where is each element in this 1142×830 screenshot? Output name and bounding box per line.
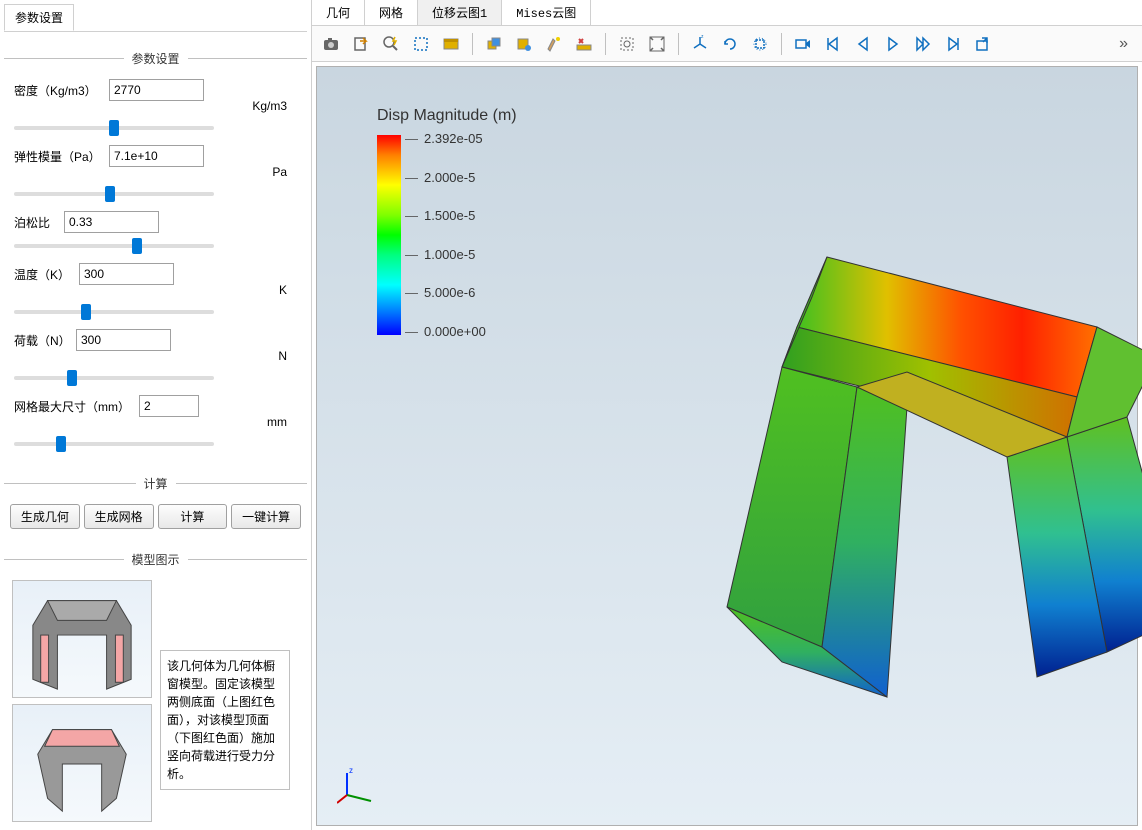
svg-text:z: z — [349, 766, 353, 775]
svg-text:z: z — [701, 35, 704, 40]
legend-title: Disp Magnitude (m) — [377, 107, 517, 125]
viewport-3d[interactable]: Disp Magnitude (m) 2.392e-05 2.000e-5 1.… — [316, 66, 1138, 826]
calc-button[interactable]: 计算 — [158, 504, 228, 529]
mesh-label: 网格最大尺寸（mm） — [14, 398, 139, 415]
calc-section-title: 计算 — [136, 475, 176, 492]
select-window-icon[interactable] — [438, 31, 464, 57]
export-icon[interactable] — [348, 31, 374, 57]
load-slider[interactable] — [14, 376, 214, 380]
params-section-title: 参数设置 — [124, 50, 188, 67]
modulus-unit: Pa — [272, 165, 287, 179]
load-label: 荷载（N） — [14, 332, 76, 349]
legend-tick-3: 1.000e-5 — [405, 247, 486, 262]
modulus-input[interactable] — [109, 145, 204, 167]
density-label: 密度（Kg/m3） — [14, 82, 109, 99]
model-section-title: 模型图示 — [124, 551, 188, 568]
zoom-extents-icon[interactable] — [644, 31, 670, 57]
gen-geom-button[interactable]: 生成几何 — [10, 504, 80, 529]
skip-end-icon[interactable] — [940, 31, 966, 57]
select-rect-icon[interactable] — [408, 31, 434, 57]
record-icon[interactable] — [790, 31, 816, 57]
export-anim-icon[interactable] — [970, 31, 996, 57]
tab-param-settings[interactable]: 参数设置 — [4, 4, 74, 31]
axis-triad-icon: z — [337, 765, 377, 805]
modulus-label: 弹性模量（Pa） — [14, 148, 109, 165]
tab-displacement[interactable]: 位移云图1 — [418, 0, 502, 25]
model-description: 该几何体为几何体橱窗模型。固定该模型两侧底面（上图红色面），对该模型顶面（下图红… — [160, 650, 290, 790]
fea-model-render — [627, 207, 1142, 727]
density-unit: Kg/m3 — [252, 99, 287, 113]
params-section: 参数设置 密度（Kg/m3） Kg/m3 弹性模量（Pa） Pa 泊松比 — [4, 42, 307, 457]
play-icon[interactable] — [880, 31, 906, 57]
color-legend: Disp Magnitude (m) 2.392e-05 2.000e-5 1.… — [377, 107, 517, 339]
mesh-slider[interactable] — [14, 442, 214, 446]
zoom-lightning-icon[interactable] — [378, 31, 404, 57]
axes-xyz-icon[interactable]: z — [687, 31, 713, 57]
sweep-icon[interactable] — [541, 31, 567, 57]
model-thumb-2[interactable] — [12, 704, 152, 822]
box-multi-icon[interactable] — [481, 31, 507, 57]
modulus-slider[interactable] — [14, 192, 214, 196]
rotate-cw-icon[interactable] — [717, 31, 743, 57]
legend-tick-4: 5.000e-6 — [405, 285, 486, 300]
density-slider[interactable] — [14, 126, 214, 130]
toolbar-overflow[interactable]: » — [1111, 35, 1136, 53]
temperature-slider[interactable] — [14, 310, 214, 314]
box-eye-icon[interactable] — [511, 31, 537, 57]
camera-icon[interactable] — [318, 31, 344, 57]
main-tabs: 几何 网格 位移云图1 Mises云图 — [312, 0, 1142, 26]
poisson-input[interactable] — [64, 211, 159, 233]
temperature-label: 温度（K） — [14, 266, 79, 283]
sidebar: 参数设置 参数设置 密度（Kg/m3） Kg/m3 弹性模量（Pa） Pa 泊松… — [0, 0, 312, 830]
legend-tick-5: 0.000e+00 — [405, 324, 486, 339]
gen-mesh-button[interactable]: 生成网格 — [84, 504, 154, 529]
play-fwd-icon[interactable] — [910, 31, 936, 57]
rotate-reset-icon[interactable] — [747, 31, 773, 57]
model-thumb-1[interactable] — [12, 580, 152, 698]
mesh-input[interactable] — [139, 395, 199, 417]
zoom-fit-icon[interactable] — [614, 31, 640, 57]
load-unit: N — [278, 349, 287, 363]
model-section: 模型图示 — [4, 543, 307, 826]
legend-tick-0: 2.392e-05 — [405, 131, 486, 146]
legend-tick-1: 2.000e-5 — [405, 170, 486, 185]
sidebar-tabs: 参数设置 — [4, 4, 307, 32]
poisson-slider[interactable] — [14, 244, 214, 248]
ruler-x-icon[interactable] — [571, 31, 597, 57]
tab-geometry[interactable]: 几何 — [312, 0, 365, 25]
tab-mises[interactable]: Mises云图 — [502, 0, 591, 25]
main-area: 几何 网格 位移云图1 Mises云图 z — [312, 0, 1142, 830]
temperature-input[interactable] — [79, 263, 174, 285]
legend-colorbar — [377, 135, 401, 335]
temperature-unit: K — [279, 283, 287, 297]
viewport-toolbar: z » — [312, 26, 1142, 62]
density-input[interactable] — [109, 79, 204, 101]
legend-tick-2: 1.500e-5 — [405, 208, 486, 223]
one-click-button[interactable]: 一键计算 — [231, 504, 301, 529]
calc-section: 计算 生成几何 生成网格 计算 一键计算 — [4, 467, 307, 533]
play-back-icon[interactable] — [850, 31, 876, 57]
poisson-label: 泊松比 — [14, 214, 64, 231]
load-input[interactable] — [76, 329, 171, 351]
tab-mesh[interactable]: 网格 — [365, 0, 418, 25]
mesh-unit: mm — [267, 415, 287, 429]
skip-start-icon[interactable] — [820, 31, 846, 57]
